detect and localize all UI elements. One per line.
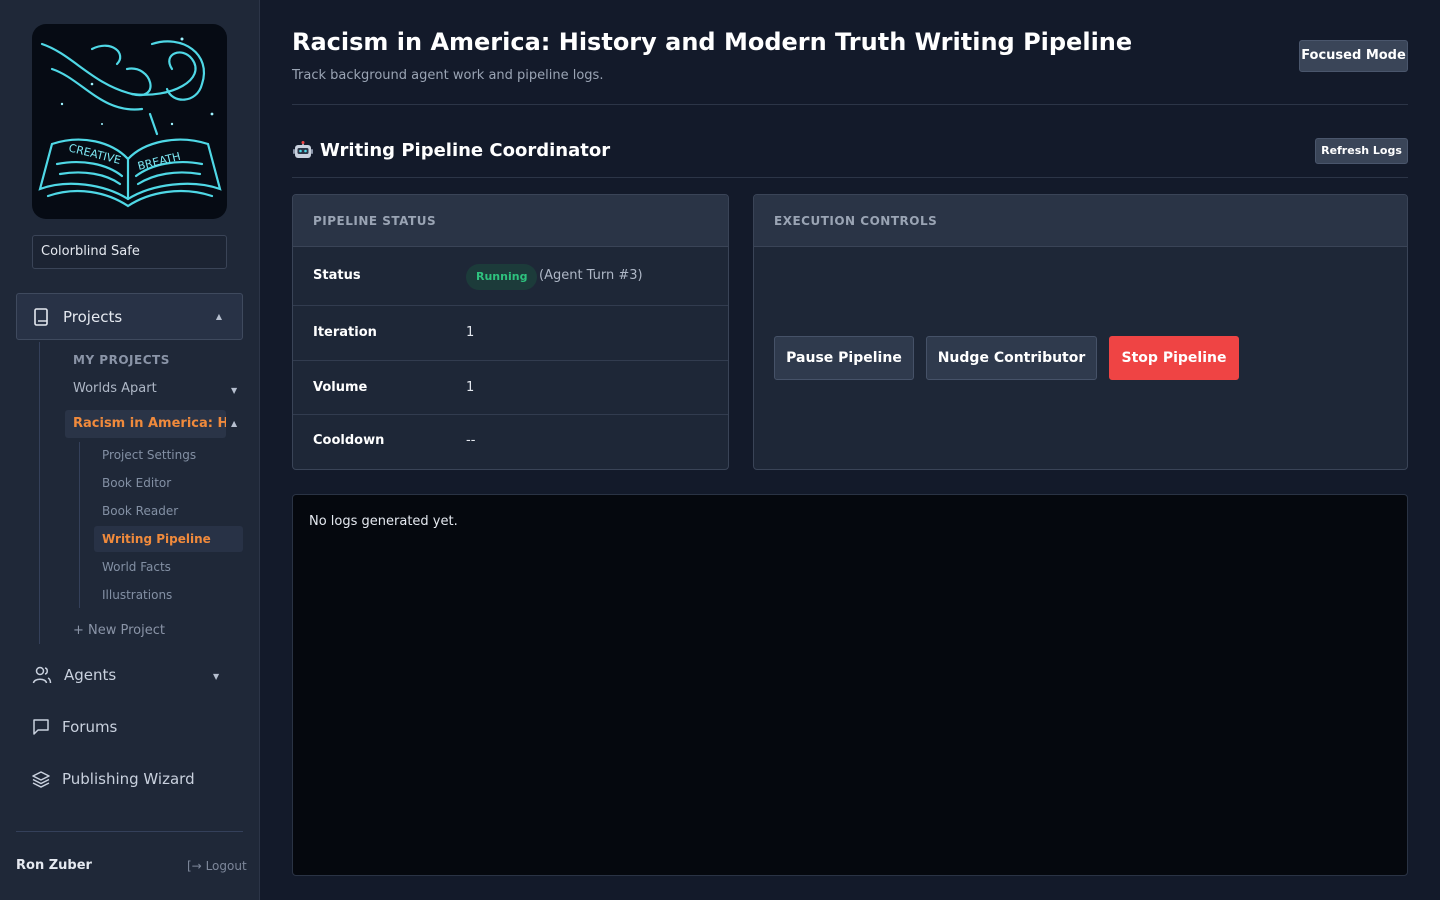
sidebar-divider <box>16 831 243 832</box>
nav-publishing-label: Publishing Wizard <box>62 770 195 788</box>
sub-item-illustrations[interactable]: Illustrations <box>102 588 172 602</box>
app-logo[interactable]: CREATIVE BREATH <box>32 24 227 219</box>
my-projects-heading: MY PROJECTS <box>73 353 170 367</box>
nav-agents[interactable]: Agents <box>32 666 116 684</box>
divider <box>292 104 1408 105</box>
project-worlds-apart[interactable]: Worlds Apart <box>73 381 157 396</box>
cooldown-row: Cooldown -- <box>293 415 728 469</box>
coordinator-title-text: Writing Pipeline Coordinator <box>320 140 611 161</box>
book-logo-icon: CREATIVE BREATH <box>38 37 222 208</box>
nav-projects-label: Projects <box>63 307 123 326</box>
sidebar: CREATIVE BREATH Colorblind Safe Projects… <box>0 0 260 900</box>
chevron-down-icon[interactable]: ▼ <box>231 386 237 395</box>
stop-pipeline-button[interactable]: Stop Pipeline <box>1109 336 1239 380</box>
nav-forums-label: Forums <box>62 718 118 736</box>
logo-text-breath: BREATH <box>136 150 182 173</box>
tree-line <box>39 342 40 644</box>
sub-item-book-editor[interactable]: Book Editor <box>102 476 171 490</box>
execution-controls-panel: EXECUTION CONTROLS <box>753 194 1408 470</box>
nav-forums[interactable]: Forums <box>32 718 117 736</box>
layers-icon <box>32 771 50 788</box>
pipeline-status-heading: PIPELINE STATUS <box>293 195 728 247</box>
nudge-contributor-button[interactable]: Nudge Contributor <box>926 336 1097 380</box>
logs-console[interactable]: No logs generated yet. <box>292 494 1408 876</box>
logout-label: Logout <box>205 859 247 873</box>
chat-icon <box>33 719 49 735</box>
chevron-down-icon[interactable]: ▼ <box>213 672 219 681</box>
logout-button[interactable]: [→ Logout <box>187 859 247 873</box>
project-racism-in-america[interactable]: Racism in America: Hi... <box>65 410 226 438</box>
user-name: Ron Zuber <box>16 858 92 873</box>
sub-item-project-settings[interactable]: Project Settings <box>102 448 196 462</box>
nav-projects[interactable]: Projects ▲ <box>16 293 243 340</box>
nav-publishing-wizard[interactable]: Publishing Wizard <box>32 770 195 788</box>
iteration-label: Iteration <box>313 325 377 340</box>
robot-icon <box>293 140 313 158</box>
coordinator-title: Writing Pipeline Coordinator <box>292 140 610 161</box>
new-project-link[interactable]: + New Project <box>73 623 165 638</box>
cooldown-value: -- <box>466 433 476 448</box>
agent-turn: (Agent Turn #3) <box>539 268 643 283</box>
page-title: Racism in America: History and Modern Tr… <box>292 28 1133 56</box>
pause-pipeline-button[interactable]: Pause Pipeline <box>774 336 914 380</box>
status-label: Status <box>313 268 361 283</box>
status-row: Status Running (Agent Turn #3) <box>293 248 728 306</box>
volume-value: 1 <box>466 380 475 395</box>
focused-mode-button[interactable]: Focused Mode <box>1299 40 1408 72</box>
sub-item-world-facts[interactable]: World Facts <box>102 560 171 574</box>
pipeline-status-panel: PIPELINE STATUS Status Running (Agent Tu… <box>292 194 729 470</box>
status-badge: Running <box>466 264 538 290</box>
sub-item-writing-pipeline[interactable]: Writing Pipeline <box>94 526 243 552</box>
cooldown-label: Cooldown <box>313 433 385 448</box>
users-icon <box>32 666 52 684</box>
logout-icon: [→ <box>187 859 202 873</box>
iteration-value: 1 <box>466 325 475 340</box>
logs-empty-message: No logs generated yet. <box>309 514 458 529</box>
volume-row: Volume 1 <box>293 361 728 415</box>
theme-select[interactable]: Colorblind Safe <box>32 235 227 269</box>
iteration-row: Iteration 1 <box>293 306 728 361</box>
book-icon <box>34 307 48 326</box>
volume-label: Volume <box>313 380 368 395</box>
chevron-up-icon[interactable]: ▲ <box>231 419 237 428</box>
page-subtitle: Track background agent work and pipeline… <box>292 68 604 83</box>
divider <box>292 177 1408 178</box>
nav-agents-label: Agents <box>64 666 117 684</box>
execution-controls-heading: EXECUTION CONTROLS <box>754 195 1407 247</box>
chevron-up-icon: ▲ <box>215 312 222 321</box>
tree-line <box>79 442 80 608</box>
refresh-logs-button[interactable]: Refresh Logs <box>1315 138 1408 164</box>
sub-item-book-reader[interactable]: Book Reader <box>102 504 178 518</box>
